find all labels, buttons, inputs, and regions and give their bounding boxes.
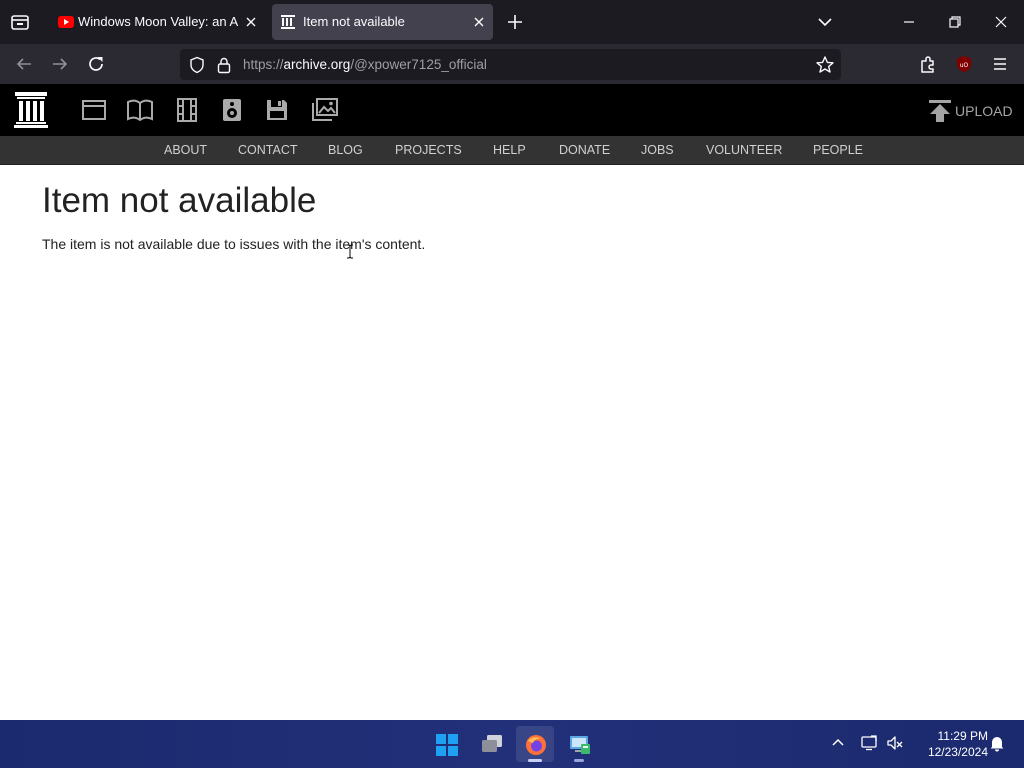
- close-tab-icon[interactable]: [243, 14, 259, 30]
- hamburger-menu-icon[interactable]: [990, 54, 1010, 74]
- url-scheme: https://: [243, 57, 284, 72]
- close-window-icon[interactable]: [989, 10, 1013, 34]
- firefox-view-icon[interactable]: [9, 11, 31, 33]
- restore-window-icon[interactable]: [943, 10, 967, 34]
- archive-icon: [280, 15, 296, 29]
- tab-item-not-available[interactable]: Item not available: [272, 4, 493, 40]
- nav-donate[interactable]: DONATE: [559, 143, 610, 157]
- nav-jobs[interactable]: JOBS: [641, 143, 674, 157]
- reload-icon[interactable]: [85, 53, 107, 75]
- close-tab-icon[interactable]: [471, 14, 487, 30]
- clock-date: 12/23/2024: [927, 745, 988, 759]
- firefox-taskbar-button[interactable]: [516, 726, 554, 762]
- internet-archive-logo-icon[interactable]: [14, 92, 48, 128]
- notifications-bell-icon[interactable]: [988, 734, 1006, 752]
- start-button[interactable]: [427, 726, 465, 762]
- bookmark-star-icon[interactable]: [815, 55, 835, 75]
- tracking-shield-icon[interactable]: [188, 56, 206, 74]
- nav-blog[interactable]: BLOG: [328, 143, 363, 157]
- upload-button[interactable]: UPLOAD: [928, 99, 1013, 123]
- images-icon[interactable]: [311, 98, 338, 122]
- system-clock[interactable]: 11:29 PM 12/23/2024: [912, 728, 988, 760]
- nav-projects[interactable]: PROJECTS: [395, 143, 462, 157]
- audio-icon[interactable]: [221, 98, 247, 122]
- text-cursor-icon: [346, 244, 354, 259]
- upload-label: UPLOAD: [955, 103, 1013, 119]
- back-arrow-icon[interactable]: [13, 53, 35, 75]
- nav-contact[interactable]: CONTACT: [238, 143, 298, 157]
- ublock-origin-icon[interactable]: uO: [955, 55, 973, 73]
- ia-top-nav: UPLOAD: [0, 84, 1024, 136]
- nav-volunteer[interactable]: VOLUNTEER: [706, 143, 782, 157]
- nav-help[interactable]: HELP: [493, 143, 526, 157]
- url-host: archive.org: [283, 57, 351, 72]
- minimize-window-icon[interactable]: [897, 10, 921, 34]
- volume-muted-icon[interactable]: [886, 734, 904, 752]
- url-path: /@xpower7125_official: [350, 57, 487, 72]
- nav-people[interactable]: PEOPLE: [813, 143, 863, 157]
- control-panel-taskbar-button[interactable]: [560, 726, 598, 762]
- browser-nav-bar: https://archive.org/@xpower7125_official…: [0, 44, 1024, 84]
- new-tab-plus-icon[interactable]: [505, 12, 525, 32]
- forward-arrow-icon[interactable]: [49, 53, 71, 75]
- page-title: Item not available: [42, 181, 317, 220]
- list-all-tabs-chevron-icon[interactable]: [815, 12, 835, 32]
- tab-title: Item not available: [303, 14, 405, 29]
- svg-text:uO: uO: [960, 62, 969, 69]
- windows-taskbar: [0, 720, 1024, 768]
- show-hidden-icons-chevron-icon[interactable]: [829, 734, 847, 752]
- unavailable-message: The item is not available due to issues …: [42, 236, 426, 252]
- url-text[interactable]: https://archive.org/@xpower7125_official: [243, 57, 487, 72]
- ia-secondary-nav: ABOUT CONTACT BLOG PROJECTS HELP DONATE …: [0, 136, 1024, 165]
- tab-youtube[interactable]: Windows Moon Valley: an AMA: [50, 4, 265, 40]
- texts-icon[interactable]: [126, 98, 153, 122]
- network-icon[interactable]: [860, 734, 878, 752]
- youtube-icon: [58, 15, 74, 29]
- nav-about[interactable]: ABOUT: [164, 143, 207, 157]
- video-icon[interactable]: [175, 98, 201, 122]
- task-view-button[interactable]: [472, 726, 510, 762]
- clock-time: 11:29 PM: [937, 729, 988, 743]
- web-icon[interactable]: [81, 98, 107, 122]
- address-bar[interactable]: https://archive.org/@xpower7125_official: [180, 49, 841, 80]
- software-icon[interactable]: [265, 98, 291, 122]
- browser-tab-strip: Windows Moon Valley: an AMA Item not ava…: [0, 0, 1024, 44]
- running-indicator: [528, 759, 542, 762]
- extensions-puzzle-icon[interactable]: [917, 53, 939, 75]
- lock-icon[interactable]: [216, 56, 232, 74]
- running-indicator: [574, 759, 584, 762]
- upload-arrow-icon: [928, 99, 952, 123]
- tab-title: Windows Moon Valley: an AMA: [78, 14, 238, 29]
